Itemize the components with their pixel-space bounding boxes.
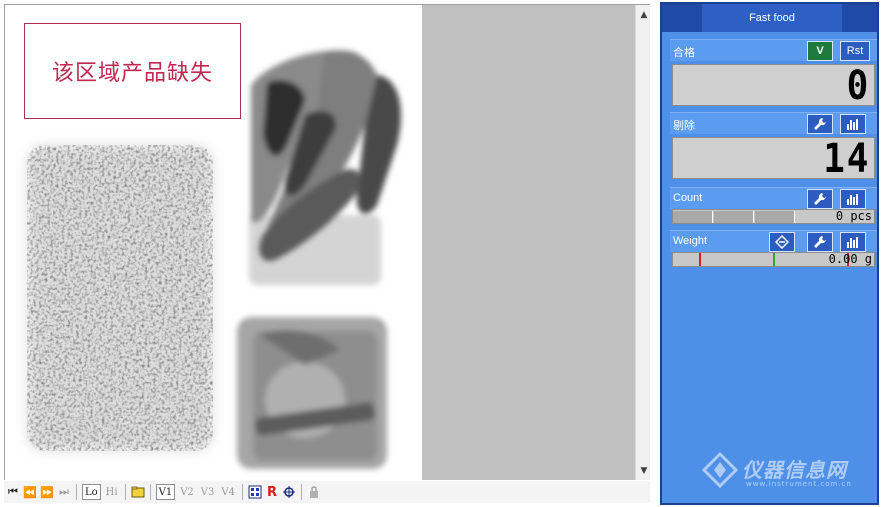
count-bar-segment (714, 211, 754, 223)
scroll-down-icon[interactable]: ▼ (636, 463, 650, 479)
watermark-url: www.instrument.com.cn (746, 480, 852, 488)
pass-counter: 0 (672, 64, 875, 106)
count-value: 0 pcs (835, 209, 872, 223)
image-margin (422, 5, 635, 480)
lock-icon[interactable] (307, 483, 321, 501)
annotation-box: 该区域产品缺失 (24, 23, 241, 119)
wrench-icon[interactable] (807, 189, 833, 209)
watermark: 仪器信息网 www.instrument.com.cn (701, 451, 872, 494)
weight-value: 0.00 g (828, 252, 872, 266)
view-3-button[interactable]: V3 (199, 483, 217, 501)
watermark-text: 仪器信息网 (742, 458, 847, 482)
record-button[interactable]: R (265, 483, 279, 501)
vertical-scrollbar[interactable]: ▲ ▼ (635, 5, 650, 480)
weight-header: Weight (670, 230, 877, 252)
reject-count-value: 14 (823, 136, 870, 182)
divider (149, 484, 151, 500)
panel-title-bar: Fast food (662, 4, 877, 32)
rewind-icon[interactable]: ⏪ (23, 483, 37, 501)
view-2-button[interactable]: V2 (178, 483, 196, 501)
xray-viewer[interactable]: 该区域产品缺失 ▲ ▼ (4, 4, 650, 480)
pass-label: 合格 (673, 47, 695, 59)
scroll-up-icon[interactable]: ▲ (636, 7, 650, 23)
reset-button[interactable]: Rst (840, 41, 870, 61)
app-root: 该区域产品缺失 ▲ ▼ ⏮ ⏪ ⏩ ⏭ Lo Hi V1 V2 V3 V4 R (0, 0, 881, 507)
first-frame-icon[interactable]: ⏮ (6, 483, 20, 501)
divider (76, 484, 77, 500)
annotation-text: 该区域产品缺失 (51, 61, 213, 86)
product-name[interactable]: Fast food (702, 4, 842, 32)
verify-button[interactable]: V (807, 41, 833, 61)
view-4-button[interactable]: V4 (219, 483, 237, 501)
weight-display: 0.00 g (672, 252, 875, 267)
wrench-icon[interactable] (807, 114, 833, 134)
divider (124, 484, 126, 500)
wrench-icon[interactable] (807, 232, 833, 252)
pass-header: 合格 V Rst (670, 39, 877, 61)
hi-button[interactable]: Hi (104, 483, 120, 501)
weight-label: Weight (673, 235, 708, 247)
count-header: Count (670, 187, 877, 209)
count-label: Count (673, 192, 703, 204)
reject-header: 剔除 (670, 112, 877, 134)
divider (241, 484, 243, 500)
watermark-logo-icon (701, 451, 739, 489)
view-1-button[interactable]: V1 (155, 484, 176, 500)
viewer-toolbar: ⏮ ⏪ ⏩ ⏭ Lo Hi V1 V2 V3 V4 R (4, 481, 650, 503)
lo-button[interactable]: Lo (82, 484, 101, 500)
status-panel: Fast food 合格 V Rst 0 剔除 14 Count 0 pcs W… (660, 2, 879, 505)
crosshair-icon[interactable] (282, 483, 296, 501)
pass-count-value: 0 (846, 63, 870, 109)
divider (300, 484, 302, 500)
bar-chart-icon[interactable] (840, 232, 866, 252)
weight-target (773, 253, 775, 266)
last-frame-icon[interactable]: ⏭ (57, 483, 71, 501)
bar-chart-icon[interactable] (840, 114, 866, 134)
reject-counter: 14 (672, 137, 875, 179)
weight-low-limit (699, 253, 701, 266)
grid-icon[interactable] (248, 483, 262, 501)
bar-chart-icon[interactable] (840, 189, 866, 209)
folder-icon[interactable] (131, 483, 145, 501)
count-display: 0 pcs (672, 209, 875, 224)
fast-forward-icon[interactable]: ⏩ (40, 483, 54, 501)
reject-label: 剔除 (673, 120, 695, 132)
count-bar-segment (755, 211, 795, 223)
target-icon[interactable] (769, 232, 795, 252)
count-bar-segment (673, 211, 713, 223)
